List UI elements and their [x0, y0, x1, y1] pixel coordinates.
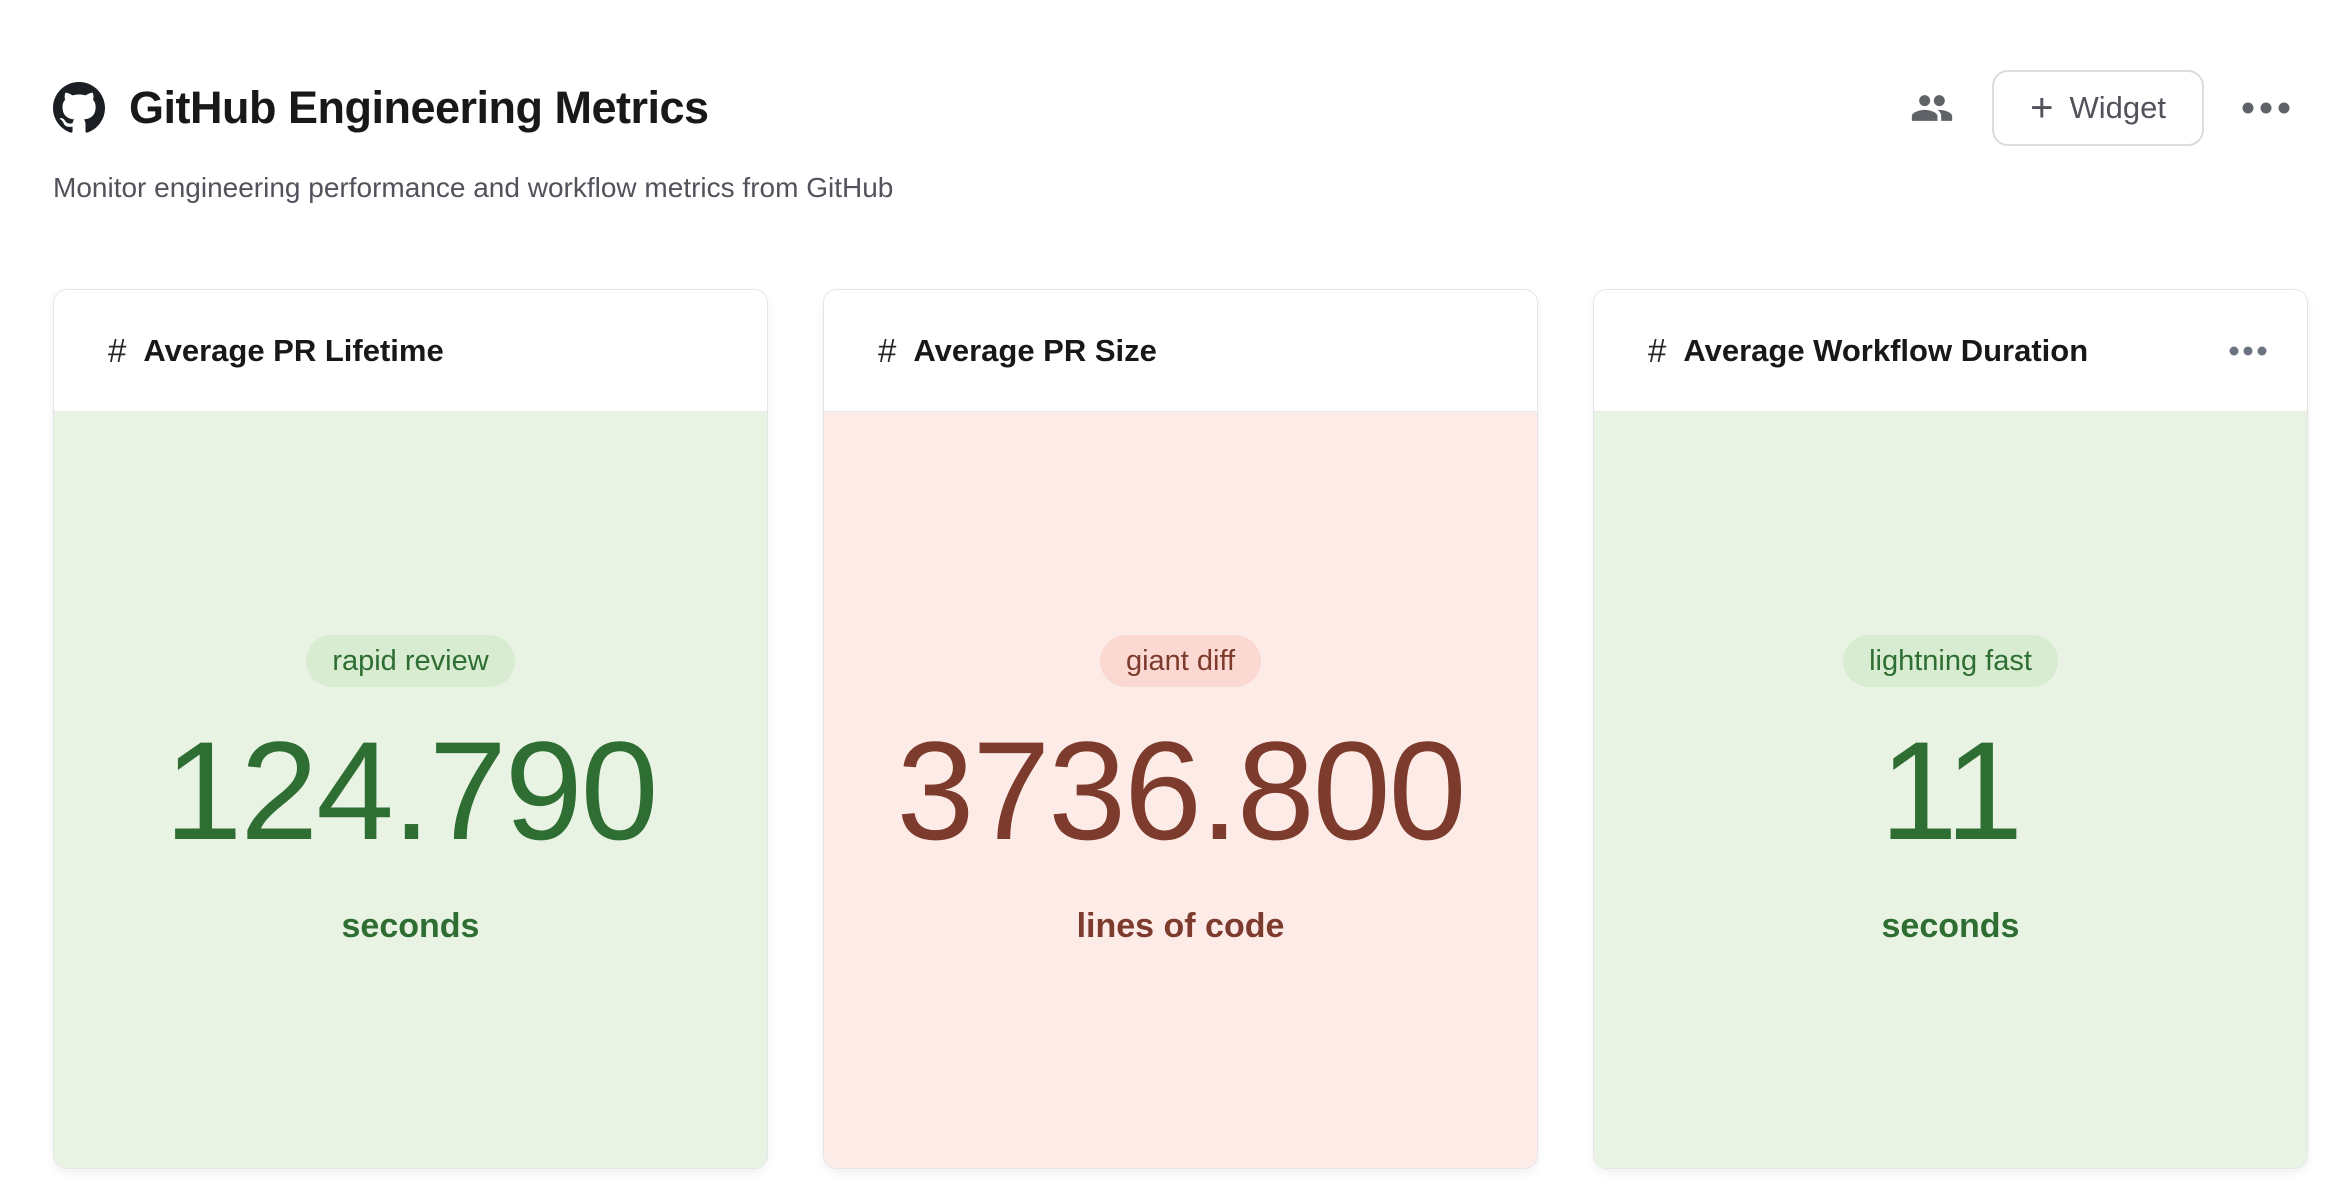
hash-icon: # — [108, 332, 126, 370]
metric-value: 124.790 — [164, 721, 656, 861]
card-title: Average PR Lifetime — [143, 333, 689, 369]
more-horizontal-icon[interactable] — [2242, 102, 2290, 114]
metric-card-average-pr-size: # Average PR Size giant diff 3736.800 li… — [823, 289, 1538, 1169]
metric-card-average-pr-lifetime: # Average PR Lifetime rapid review 124.7… — [53, 289, 768, 1169]
title-row: GitHub Engineering Metrics — [53, 82, 709, 134]
status-badge: giant diff — [1100, 635, 1261, 687]
dashboard-header: GitHub Engineering Metrics + Widget — [0, 0, 2338, 146]
status-badge: lightning fast — [1843, 635, 2058, 687]
page-title: GitHub Engineering Metrics — [129, 82, 709, 134]
card-header[interactable]: # Average Workflow Duration — [1594, 290, 2307, 412]
hash-icon: # — [1648, 332, 1666, 370]
card-body: lightning fast 11 seconds — [1594, 412, 2307, 1168]
card-title: Average PR Size — [913, 333, 1459, 369]
github-logo-icon — [53, 82, 105, 134]
add-widget-label: Widget — [2070, 90, 2166, 126]
card-header[interactable]: # Average PR Size — [824, 290, 1537, 412]
metric-unit: seconds — [342, 907, 480, 946]
widget-grid: # Average PR Lifetime rapid review 124.7… — [0, 289, 2338, 1169]
card-header[interactable]: # Average PR Lifetime — [54, 290, 767, 412]
header-actions: + Widget — [1910, 70, 2290, 146]
card-body: rapid review 124.790 seconds — [54, 412, 767, 1168]
metric-card-average-workflow-duration: # Average Workflow Duration lightning fa… — [1593, 289, 2308, 1169]
page-subtitle: Monitor engineering performance and work… — [0, 172, 2338, 204]
plus-icon: + — [2030, 88, 2053, 128]
card-body: giant diff 3736.800 lines of code — [824, 412, 1537, 1168]
card-menu-button[interactable] — [2229, 346, 2267, 356]
metric-unit: seconds — [1882, 907, 2020, 946]
hash-icon: # — [878, 332, 896, 370]
status-badge: rapid review — [306, 635, 514, 687]
metric-unit: lines of code — [1077, 907, 1285, 946]
metric-value: 3736.800 — [897, 721, 1465, 861]
metric-value: 11 — [1880, 721, 2021, 861]
card-title: Average Workflow Duration — [1683, 333, 2229, 369]
people-icon[interactable] — [1910, 86, 1954, 130]
add-widget-button[interactable]: + Widget — [1992, 70, 2204, 146]
header-left: GitHub Engineering Metrics — [53, 82, 709, 134]
